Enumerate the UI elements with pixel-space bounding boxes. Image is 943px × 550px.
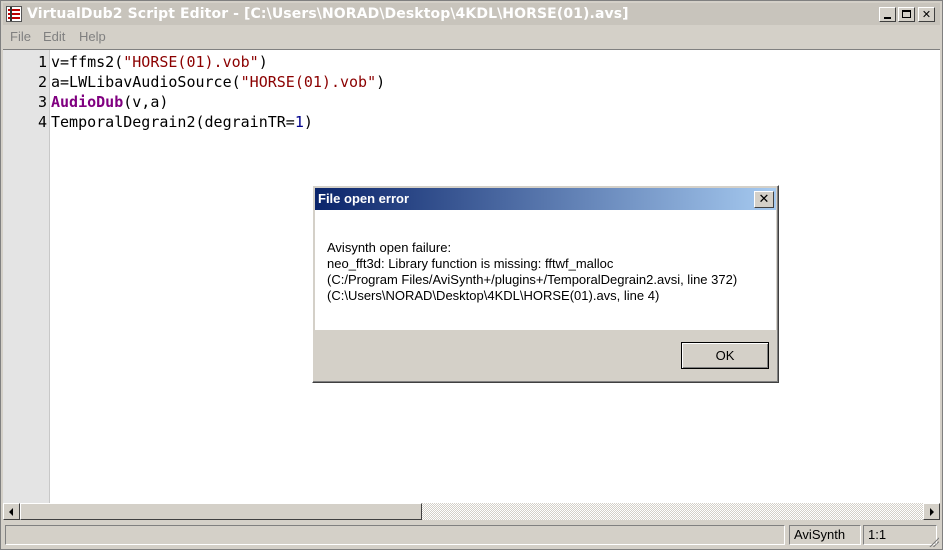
message-line: (C:/Program Files/AviSynth+/plugins+/Tem… (327, 272, 738, 287)
code-text[interactable]: a=LWLibavAudioSource("HORSE(01).vob") (51, 72, 385, 92)
minimize-icon (884, 17, 891, 19)
dialog-title: File open error (318, 191, 410, 206)
menu-help[interactable]: Help (79, 29, 106, 44)
close-button[interactable]: ✕ (918, 7, 935, 22)
line-number: 4 (37, 113, 47, 131)
dialog-title-bar[interactable]: File open error ✕ (315, 188, 776, 210)
message-line: Avisynth open failure: (327, 240, 452, 255)
scroll-left-button[interactable] (3, 503, 20, 520)
dialog-body: Avisynth open failure: neo_fft3d: Librar… (315, 210, 776, 330)
token-str: "HORSE(01).vob" (123, 53, 259, 71)
dialog-message: Avisynth open failure: neo_fft3d: Librar… (327, 240, 737, 304)
token: (v,a) (123, 93, 169, 111)
minimize-button[interactable] (879, 7, 896, 22)
arrow-left-icon (9, 508, 13, 516)
token: ) (376, 73, 386, 91)
menu-file[interactable]: File (10, 29, 31, 44)
token-str: "HORSE(01).vob" (240, 73, 377, 91)
horizontal-scrollbar[interactable] (3, 503, 940, 520)
error-dialog: File open error ✕ Avisynth open failure:… (312, 185, 779, 383)
status-language: AviSynth (789, 525, 861, 545)
token: a=LWLibavAudioSource( (51, 73, 241, 91)
menu-edit[interactable]: Edit (43, 29, 65, 44)
resize-grip-icon[interactable] (927, 535, 939, 547)
title-bar[interactable]: VirtualDub2 Script Editor - [C:\Users\NO… (3, 3, 940, 25)
maximize-button[interactable] (898, 7, 915, 22)
status-cursor-position: 1:1 (863, 525, 937, 545)
maximize-icon (902, 10, 911, 18)
token-num: 1 (294, 113, 304, 131)
scroll-right-button[interactable] (923, 503, 940, 520)
token: ) (258, 53, 268, 71)
line-number: 3 (37, 93, 47, 111)
message-line: (C:\Users\NORAD\Desktop\4KDL\HORSE(01).a… (327, 288, 660, 303)
menu-bar: File Edit Help (3, 27, 940, 47)
code-text[interactable]: v=ffms2("HORSE(01).vob") (51, 52, 268, 72)
code-text[interactable]: AudioDub(v,a) (51, 92, 168, 112)
status-bar: AviSynth 1:1 (3, 522, 940, 548)
status-message (5, 525, 785, 545)
scrollbar-thumb[interactable] (20, 503, 422, 520)
line-number: 1 (37, 53, 47, 71)
token-kw: AudioDub (51, 93, 124, 111)
ok-button[interactable]: OK (681, 342, 769, 369)
code-text[interactable]: TemporalDegrain2(degrainTR=1) (51, 112, 313, 132)
token: TemporalDegrain2(degrainTR= (51, 113, 295, 131)
line-number: 2 (37, 73, 47, 91)
token: ) (303, 113, 313, 131)
token: v=ffms2( (51, 53, 124, 71)
dialog-close-button[interactable]: ✕ (754, 191, 774, 208)
app-icon[interactable] (6, 6, 22, 22)
message-line: neo_fft3d: Library function is missing: … (327, 256, 614, 271)
arrow-right-icon (930, 508, 934, 516)
window-title: VirtualDub2 Script Editor - [C:\Users\NO… (27, 6, 629, 22)
